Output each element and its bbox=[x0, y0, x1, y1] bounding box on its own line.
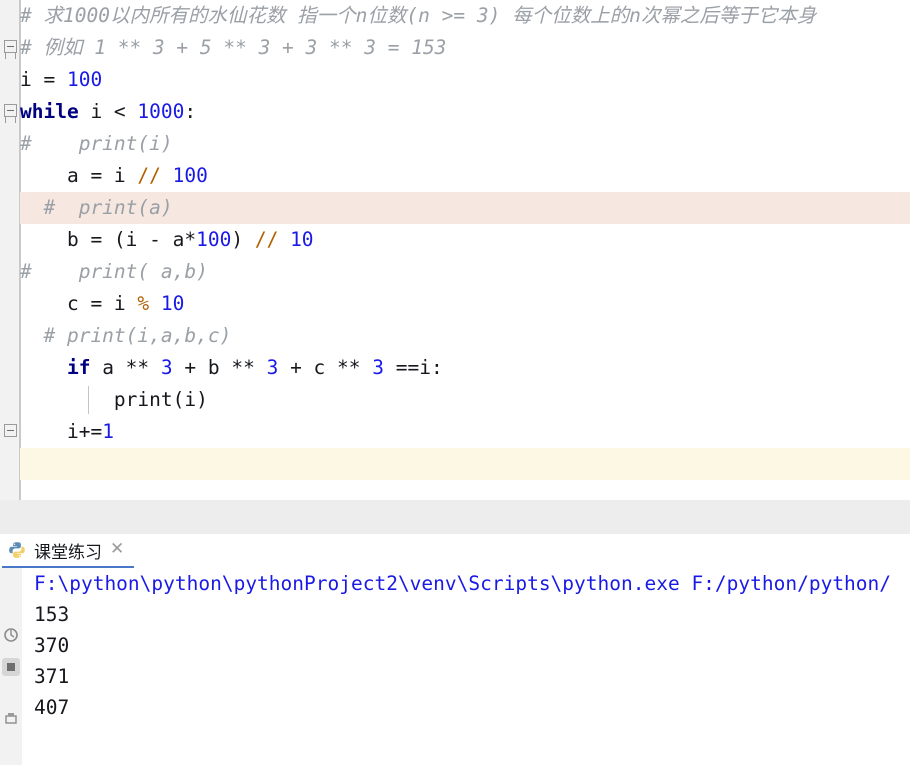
code-line[interactable]: # print( a,b) bbox=[20, 256, 910, 288]
code-token: + b ** bbox=[172, 356, 267, 379]
code-token: 100 bbox=[196, 228, 232, 251]
code-line[interactable]: while i < 1000: bbox=[20, 96, 910, 128]
editor-console-divider bbox=[0, 500, 910, 535]
run-panel: 课堂练习 ✕ F:\python\python\pythonProject2\v… bbox=[0, 534, 910, 765]
code-line[interactable]: # 例如 1 ** 3 + 5 ** 3 + 3 ** 3 = 153 bbox=[20, 32, 910, 64]
code-line[interactable] bbox=[20, 448, 910, 480]
fold-end-icon[interactable] bbox=[4, 424, 17, 437]
rerun-icon[interactable] bbox=[2, 626, 20, 644]
console-output-line: 370 bbox=[34, 634, 70, 657]
indent-guide bbox=[88, 386, 89, 414]
code-line[interactable]: a = i // 100 bbox=[20, 160, 910, 192]
code-token: i < bbox=[78, 100, 138, 123]
code-token: 3 bbox=[160, 356, 173, 379]
code-line[interactable]: i+=1 bbox=[20, 416, 910, 448]
code-token: c = i bbox=[20, 292, 138, 315]
close-icon[interactable]: ✕ bbox=[110, 540, 124, 560]
code-token: : bbox=[184, 100, 197, 123]
divider-left-pad bbox=[0, 500, 20, 534]
code-token: while bbox=[20, 100, 79, 123]
fold-collapse-icon[interactable] bbox=[4, 40, 17, 59]
code-token: 1 bbox=[102, 420, 114, 443]
console-output[interactable]: F:\python\python\pythonProject2\venv\Scr… bbox=[22, 568, 910, 765]
code-token: 100 bbox=[172, 164, 208, 187]
code-token: # 例如 1 ** 3 + 5 ** 3 + 3 ** 3 = 153 bbox=[20, 36, 447, 59]
code-token: i+= bbox=[20, 420, 103, 443]
fold-collapse-icon[interactable] bbox=[4, 104, 17, 123]
code-token: 100 bbox=[66, 68, 103, 91]
code-line[interactable]: # 求1000以内所有的水仙花数 指一个n位数(n >= 3) 每个位数上的n次… bbox=[20, 0, 910, 32]
code-line[interactable]: # print(i,a,b,c) bbox=[20, 320, 910, 352]
console-output-line: 153 bbox=[34, 603, 70, 626]
code-token: // bbox=[137, 164, 161, 187]
code-token: print(i) bbox=[20, 388, 208, 411]
code-line[interactable]: print(i) bbox=[20, 384, 910, 416]
print-icon[interactable] bbox=[2, 710, 20, 728]
code-token: # 求1000以内所有的水仙花数 指一个n位数(n >= 3) 每个位数上的n次… bbox=[20, 4, 817, 27]
code-token: # print(a) bbox=[20, 196, 173, 219]
code-token: # print(i) bbox=[20, 132, 173, 155]
run-toolbar[interactable] bbox=[0, 534, 23, 765]
console-command-line: F:\python\python\pythonProject2\venv\Scr… bbox=[34, 572, 892, 595]
code-token: i = bbox=[20, 68, 67, 91]
run-tab-label: 课堂练习 bbox=[34, 542, 102, 563]
code-token: + c ** bbox=[278, 356, 373, 379]
code-token: % bbox=[137, 292, 150, 315]
code-line[interactable]: c = i % 10 bbox=[20, 288, 910, 320]
code-token: 10 bbox=[290, 228, 314, 251]
stop-icon[interactable] bbox=[2, 658, 20, 676]
code-token: a = i bbox=[20, 164, 138, 187]
console-output-line: 407 bbox=[34, 696, 70, 719]
code-token: 3 bbox=[266, 356, 279, 379]
code-token: # print( a,b) bbox=[20, 260, 208, 283]
code-line[interactable]: if a ** 3 + b ** 3 + c ** 3 ==i: bbox=[20, 352, 910, 384]
run-tab-bar[interactable]: 课堂练习 ✕ bbox=[0, 534, 910, 568]
code-token: ) bbox=[231, 228, 255, 251]
code-line[interactable]: # print(a) bbox=[20, 192, 910, 224]
code-line[interactable]: i = 100 bbox=[20, 64, 910, 96]
code-token: ==i: bbox=[384, 356, 443, 379]
code-token: 10 bbox=[160, 292, 185, 315]
editor-content[interactable]: # 求1000以内所有的水仙花数 指一个n位数(n >= 3) 每个位数上的n次… bbox=[20, 0, 910, 500]
code-token: 3 bbox=[372, 356, 384, 379]
code-token: 1000 bbox=[137, 100, 185, 123]
code-token: a ** bbox=[90, 356, 161, 379]
code-line[interactable]: b = (i - a*100) // 10 bbox=[20, 224, 910, 256]
pycharm-window: # 求1000以内所有的水仙花数 指一个n位数(n >= 3) 每个位数上的n次… bbox=[0, 0, 910, 765]
code-token: b = (i - a* bbox=[20, 228, 197, 251]
code-token: // bbox=[254, 228, 279, 251]
code-token: if bbox=[66, 356, 91, 379]
python-logo-icon bbox=[8, 541, 26, 559]
code-token: # print(i,a,b,c) bbox=[20, 324, 232, 347]
console-output-line: 371 bbox=[34, 665, 70, 688]
code-editor[interactable]: # 求1000以内所有的水仙花数 指一个n位数(n >= 3) 每个位数上的n次… bbox=[0, 0, 910, 500]
code-line[interactable]: # print(i) bbox=[20, 128, 910, 160]
run-tab-active[interactable]: 课堂练习 ✕ bbox=[2, 534, 135, 568]
